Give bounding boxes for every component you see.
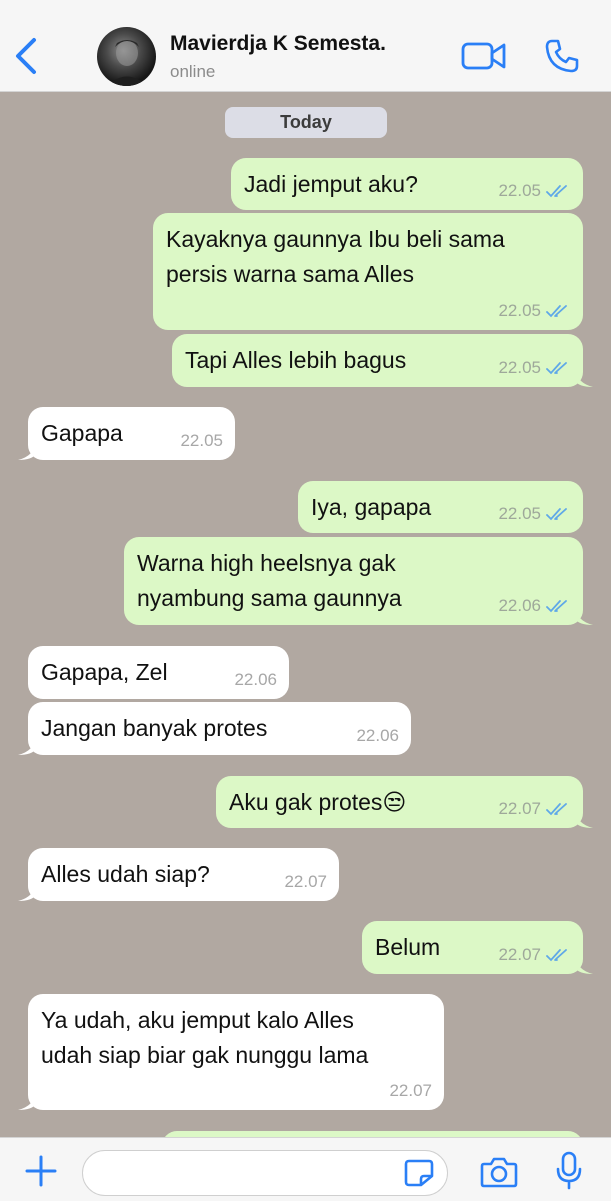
message-time: 22.06 xyxy=(356,726,399,745)
double-check-icon xyxy=(546,361,567,374)
message-meta: 22.07 xyxy=(284,872,327,892)
contact-status: online xyxy=(170,62,216,81)
message-time: 22.07 xyxy=(389,1081,432,1100)
outgoing-message[interactable]: Warna high heelsnya gak nyambung sama ga… xyxy=(124,537,593,625)
chat-area[interactable]: Today Jadi jemput aku? 22.05 Kayaknya ga… xyxy=(0,92,611,1137)
outgoing-message[interactable]: Belum 22.07 xyxy=(362,921,593,974)
camera-icon[interactable] xyxy=(480,1155,518,1189)
bubble-tail xyxy=(575,810,593,828)
message-time: 22.05 xyxy=(180,431,223,450)
bubble-tail xyxy=(18,1092,36,1110)
double-check-icon xyxy=(546,507,567,520)
message-text: Kayaknya gaunnya Ibu beli sama persis wa… xyxy=(166,226,505,287)
double-check-icon xyxy=(546,304,567,317)
outgoing-message[interactable]: Aku gak protes😒 22.07 xyxy=(216,776,593,828)
message-meta: 22.05 xyxy=(498,301,571,321)
message-meta: 22.06 xyxy=(356,726,399,746)
incoming-message[interactable]: Alles udah siap? 22.07 xyxy=(18,848,339,901)
bubble-tail xyxy=(18,737,36,755)
incoming-message[interactable]: Jangan banyak protes 22.06 xyxy=(18,702,411,755)
message-time: 22.06 xyxy=(498,596,541,615)
chat-header: Mavierdja K Semesta. online xyxy=(0,0,611,92)
bubble-tail xyxy=(575,956,593,974)
contact-avatar[interactable] xyxy=(97,27,156,86)
message-meta: 22.05 xyxy=(498,358,571,378)
plus-icon[interactable] xyxy=(24,1154,58,1188)
bubble-tail xyxy=(575,607,593,625)
bubble-tail xyxy=(18,442,36,460)
message-meta: 22.05 xyxy=(498,504,571,524)
incoming-message[interactable]: Ya udah, aku jemput kalo Alles udah siap… xyxy=(18,994,444,1110)
back-chevron-icon[interactable] xyxy=(12,34,42,78)
composer-bar xyxy=(0,1137,611,1201)
outgoing-message[interactable]: Kayaknya gaunnya Ibu beli sama persis wa… xyxy=(153,213,583,330)
message-meta: 22.05 xyxy=(498,181,571,201)
sticker-icon[interactable] xyxy=(404,1159,434,1187)
message-meta: 22.07 xyxy=(389,1081,432,1101)
double-check-icon xyxy=(546,599,567,612)
message-meta: 22.07 xyxy=(498,945,571,965)
bubble-tail xyxy=(575,369,593,387)
microphone-icon[interactable] xyxy=(555,1151,583,1191)
double-check-icon xyxy=(546,948,567,961)
video-camera-icon[interactable] xyxy=(461,40,507,72)
message-time: 22.06 xyxy=(234,670,277,689)
message-time: 22.05 xyxy=(498,301,541,320)
message-meta: 22.07 xyxy=(498,799,571,819)
incoming-message[interactable]: Gapapa, Zel 22.06 xyxy=(28,646,289,699)
message-meta: 22.05 xyxy=(180,431,223,451)
message-text: Jangan banyak protes xyxy=(41,715,268,741)
date-separator: Today xyxy=(225,107,387,138)
double-check-icon xyxy=(546,184,567,197)
message-meta: 22.06 xyxy=(498,596,571,616)
message-time: 22.05 xyxy=(498,181,541,200)
message-text: Ya udah, aku jemput kalo Alles udah siap… xyxy=(41,1007,369,1068)
message-time: 22.07 xyxy=(498,945,541,964)
outgoing-message[interactable]: Jadi jemput aku? 22.05 xyxy=(231,158,583,210)
message-time: 22.07 xyxy=(498,799,541,818)
message-meta: 22.06 xyxy=(234,670,277,690)
double-check-icon xyxy=(546,802,567,815)
message-time: 22.05 xyxy=(498,358,541,377)
bubble-tail xyxy=(18,883,36,901)
message-time: 22.05 xyxy=(498,504,541,523)
incoming-message[interactable]: Gapapa 22.05 xyxy=(18,407,235,460)
outgoing-message[interactable]: Iya, gapapa 22.05 xyxy=(298,481,583,533)
contact-name[interactable]: Mavierdja K Semesta. xyxy=(170,32,386,56)
phone-icon[interactable] xyxy=(544,38,580,74)
message-input[interactable] xyxy=(82,1150,448,1196)
outgoing-message[interactable]: Tapi Alles lebih bagus 22.05 xyxy=(172,334,593,387)
message-time: 22.07 xyxy=(284,872,327,891)
